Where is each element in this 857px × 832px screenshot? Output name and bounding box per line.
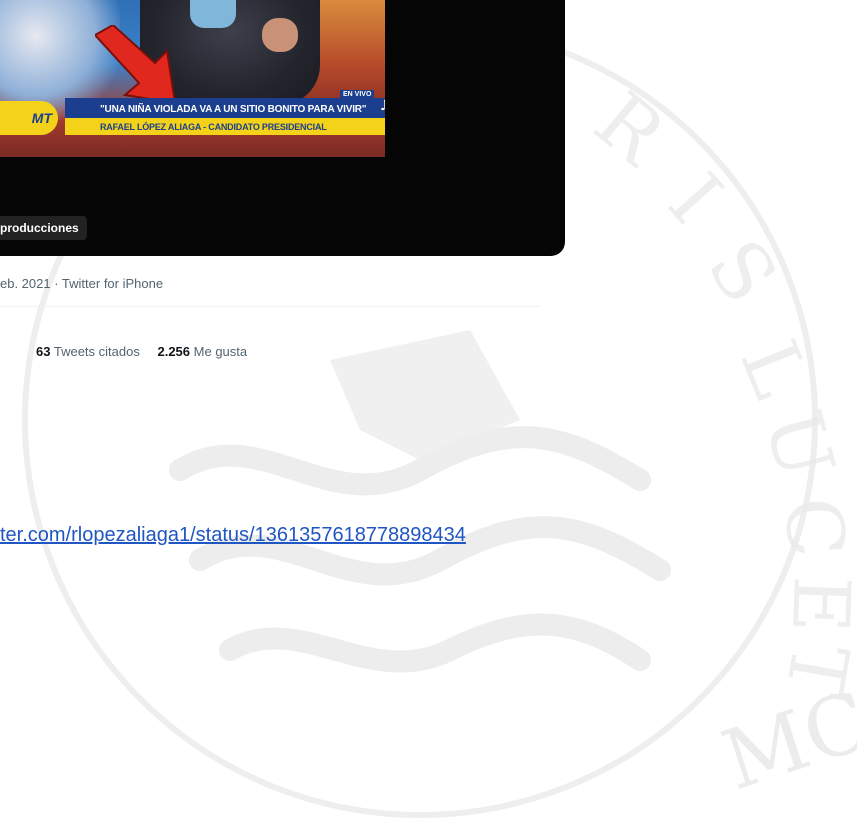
quote-tweets-label: Tweets citados (53, 344, 140, 359)
likes-label: Me gusta (193, 344, 248, 359)
face-mask (190, 0, 236, 28)
svg-text:E: E (774, 574, 857, 634)
likes-count: 2.256 (157, 344, 191, 359)
svg-text:C: C (766, 494, 857, 561)
quote-tweets-stat[interactable]: 63 Tweets citados (36, 344, 140, 359)
svg-text:MCMXVII: MCMXVII (712, 591, 857, 809)
tweet-stats: 63 Tweets citados 2.256 Me gusta (36, 344, 247, 359)
likes-stat[interactable]: 2.256 Me gusta (157, 344, 247, 359)
pointing-hand (262, 18, 298, 52)
red-arrow-icon (95, 25, 177, 105)
svg-text:L: L (722, 328, 825, 410)
svg-text:I: I (651, 157, 739, 240)
tweet-timestamp[interactable]: eb. 2021 · Twitter for iPhone (0, 276, 163, 291)
svg-text:U: U (747, 402, 851, 489)
video-frame[interactable]: MT EN VIVO "UNA NIÑA VIOLADA VA A UN SIT… (0, 0, 385, 157)
svg-text:R: R (578, 76, 683, 184)
tweet-source-link[interactable]: ter.com/rlopezaliaga1/status/13613576187… (0, 524, 466, 547)
overlay-headline: "UNA NIÑA VIOLADA VA A UN SITIO BONITO P… (100, 104, 367, 115)
svg-text:T: T (767, 637, 857, 704)
divider (0, 306, 540, 307)
tweet-video-card[interactable]: MT EN VIVO "UNA NIÑA VIOLADA VA A UN SIT… (0, 0, 565, 256)
overlay-subline: RAFAEL LÓPEZ ALIAGA - CANDIDATO PRESIDEN… (100, 122, 327, 132)
svg-text:S: S (689, 224, 793, 319)
channel-logo: MT (0, 101, 58, 135)
tiktok-icon: ♪ (380, 98, 385, 114)
live-badge: EN VIVO (340, 90, 375, 99)
video-username-tag[interactable]: producciones (0, 216, 87, 240)
quote-tweets-count: 63 (36, 344, 51, 359)
